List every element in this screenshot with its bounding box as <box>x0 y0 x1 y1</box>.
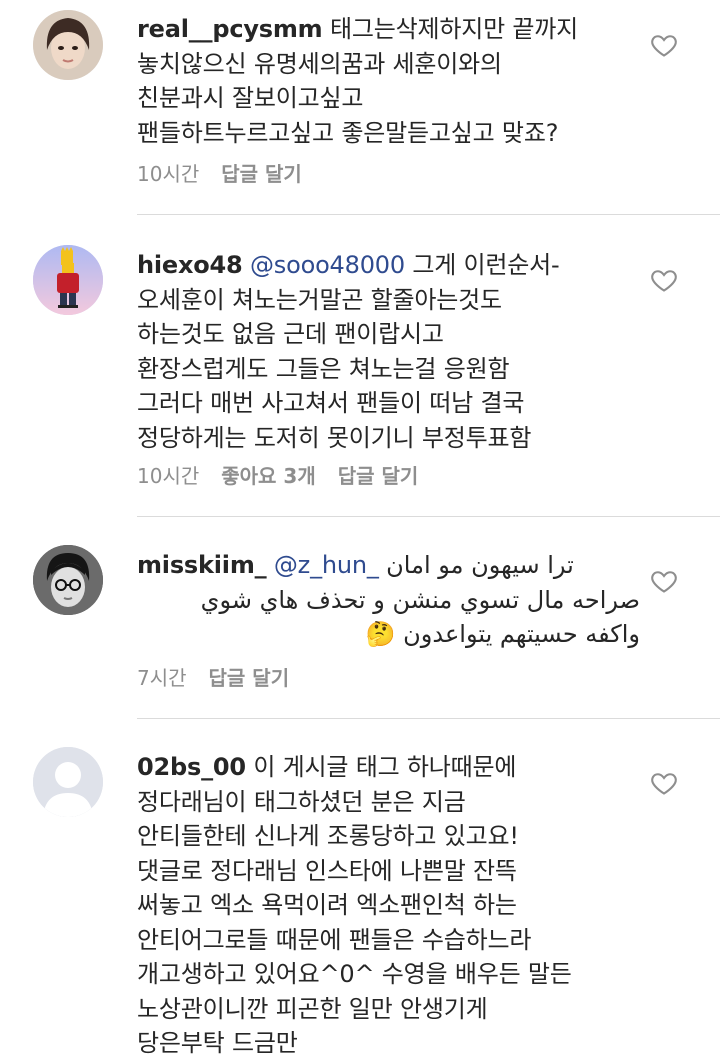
divider <box>137 214 720 215</box>
comment-text-line: 정당하게는 도저히 못이기니 부정투표함 <box>137 423 532 452</box>
comment-text-line: 이 게시글 태그 하나때문에 <box>253 753 517 781</box>
comment-text-line: 오세훈이 쳐노는거말곤 할줄아는것도 <box>137 285 502 314</box>
likes-count[interactable]: 좋아요 3개 <box>221 464 315 488</box>
comment-mention[interactable]: @z_hun_ <box>274 551 379 579</box>
reply-button[interactable]: 답글 달기 <box>221 162 302 186</box>
default-avatar-icon[interactable] <box>33 747 103 817</box>
heart-outline-icon[interactable] <box>650 31 678 59</box>
comment-text-line: ترا سيهون مو امان <box>386 551 574 579</box>
comment-text-line: 개고생하고 있어요^0^ 수영을 배우든 말든 <box>137 960 572 988</box>
comment-username[interactable]: hiexo48 <box>137 251 243 279</box>
heart-outline-icon[interactable] <box>650 266 678 294</box>
comment-text-line: 댓글로 정다래님 인스타에 나쁜말 잔뜩 <box>137 856 517 885</box>
comment-time: 10시간 <box>137 162 200 186</box>
avatar[interactable] <box>33 245 103 315</box>
comment-mention[interactable]: @sooo48000 <box>250 251 405 279</box>
comment-text-line: 당은부탁 드금만 <box>137 1029 298 1057</box>
comment-text-line: 놓치않으신 유명세의꿈과 세훈이와의 <box>137 49 502 78</box>
comment-text-line: 팬들하트누르고싶고 좋은말듣고싶고 맞죠? <box>137 118 559 147</box>
avatar[interactable] <box>33 545 103 615</box>
reply-button[interactable]: 답글 달기 <box>209 666 290 690</box>
comment-text-line: 환장스럽게도 그들은 쳐노는걸 응원함 <box>137 354 510 383</box>
divider <box>137 718 720 719</box>
comment-text-line: واكفه حسيتهم يتواعدون 🤔 <box>365 620 641 648</box>
comment-username[interactable]: real__pcysmm <box>137 15 323 43</box>
comment-text-line: 안티들한테 신나게 조롱당하고 있고요! <box>137 822 519 850</box>
comment-text-line: 안티어그로들 때문에 팬들은 수습하느라 <box>137 925 532 954</box>
comment-text-line: 정다래님이 태그하셨던 분은 지금 <box>137 787 466 816</box>
comment-text-line: 그게 이런순서- <box>412 251 560 279</box>
comment-text-line: 하는것도 없음 근데 팬이랍시고 <box>137 320 444 348</box>
heart-outline-icon[interactable] <box>650 769 678 797</box>
comment-text-line: 노상관이니깐 피곤한 일만 안생기게 <box>137 994 488 1023</box>
avatar[interactable] <box>33 10 103 80</box>
comment-username[interactable]: 02bs_00 <box>137 753 246 781</box>
heart-outline-icon[interactable] <box>650 567 678 595</box>
comment-text-line: 태그는삭제하지만 끝까지 <box>329 15 579 43</box>
comment-text-line: صراحه مال تسوي منشن و تحذف هاي شوي <box>200 585 641 614</box>
comment-text-line: 친분과시 잘보이고싶고 <box>137 84 364 112</box>
reply-button[interactable]: 답글 달기 <box>338 464 419 488</box>
comment-username[interactable]: misskiim_ <box>137 551 267 579</box>
comment-time: 7시간 <box>137 666 187 690</box>
divider <box>137 516 720 517</box>
comment-time: 10시간 <box>137 464 200 488</box>
comment-text-line: 그러다 매번 사고쳐서 팬들이 떠남 결국 <box>137 389 525 417</box>
comment-text-line: 써놓고 엑소 욕먹이려 엑소팬인척 하는 <box>137 891 517 919</box>
